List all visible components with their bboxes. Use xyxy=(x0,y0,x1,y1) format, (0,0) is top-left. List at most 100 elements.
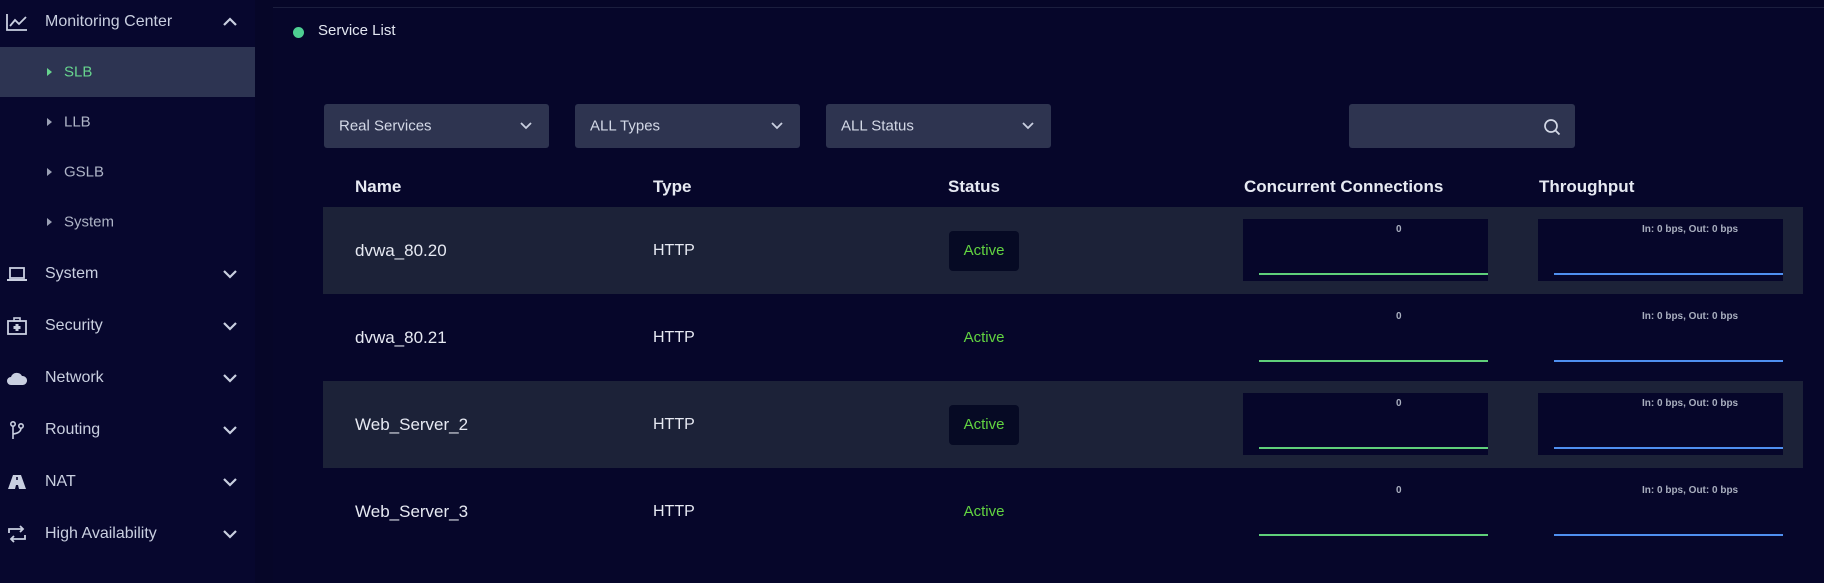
throughput-sparkline: In: 0 bps, Out: 0 bps xyxy=(1538,393,1783,455)
status-dot-icon xyxy=(293,27,304,38)
select-value: ALL Types xyxy=(590,117,661,135)
service-type: HTTP xyxy=(653,328,695,346)
table-row[interactable]: Web_Server_2 HTTP Active 0 In: 0 bps, Ou… xyxy=(323,381,1803,468)
branch-icon xyxy=(6,419,28,441)
caret-right-icon xyxy=(47,118,52,126)
sidebar-item-slb[interactable]: SLB xyxy=(0,47,255,97)
chevron-down-icon xyxy=(769,118,785,134)
column-header-status[interactable]: Status xyxy=(948,177,1000,197)
throughput-value: In: 0 bps, Out: 0 bps xyxy=(1642,311,1739,322)
main-panel: Service List Real Services ALL Types ALL… xyxy=(273,7,1824,583)
throughput-line xyxy=(1554,447,1783,449)
chart-line-icon xyxy=(6,11,28,33)
throughput-line xyxy=(1554,534,1783,536)
status-badge: Active xyxy=(949,404,1019,445)
service-name[interactable]: Web_Server_2 xyxy=(355,415,468,435)
status-badge: Active xyxy=(963,329,1005,346)
chevron-down-icon[interactable] xyxy=(221,525,239,543)
type-select[interactable]: ALL Types xyxy=(575,104,800,148)
nav-group-system[interactable]: System xyxy=(0,248,255,300)
service-type: HTTP xyxy=(653,502,695,520)
connections-line xyxy=(1259,360,1488,362)
chevron-down-icon[interactable] xyxy=(221,265,239,283)
table-header: Name Type Status Concurrent Connections … xyxy=(323,166,1803,207)
status-select[interactable]: ALL Status xyxy=(826,104,1051,148)
chevron-up-icon[interactable] xyxy=(221,13,239,31)
nav-group-label: Network xyxy=(45,369,104,386)
service-type: HTTP xyxy=(653,241,695,259)
connections-value: 0 xyxy=(1396,224,1402,235)
sync-icon xyxy=(6,523,28,545)
caret-right-icon xyxy=(47,218,52,226)
sidebar-item-label: System xyxy=(64,213,115,231)
table-row[interactable]: dvwa_80.21 HTTP Active 0 In: 0 bps, Out:… xyxy=(323,294,1803,381)
table-row[interactable]: Web_Server_3 HTTP Active 0 In: 0 bps, Ou… xyxy=(323,468,1803,555)
service-type: HTTP xyxy=(653,415,695,433)
select-value: Real Services xyxy=(339,117,432,135)
first-aid-kit-icon xyxy=(6,315,28,337)
table-row[interactable]: dvwa_80.20 HTTP Active 0 In: 0 bps, Out:… xyxy=(323,207,1803,294)
search-input[interactable] xyxy=(1349,104,1575,148)
cloud-icon xyxy=(6,367,28,389)
nav-group-label: System xyxy=(45,265,99,282)
service-name[interactable]: dvwa_80.21 xyxy=(355,328,447,348)
column-header-name[interactable]: Name xyxy=(355,177,401,197)
sidebar-item-gslb[interactable]: GSLB xyxy=(0,147,255,197)
column-header-throughput[interactable]: Throughput xyxy=(1539,177,1634,197)
nav-group-nat[interactable]: NAT xyxy=(0,456,255,508)
sidebar-item-label: GSLB xyxy=(64,163,105,181)
nav-group-monitoring-center[interactable]: Monitoring Center xyxy=(0,0,255,48)
nav-group-routing[interactable]: Routing xyxy=(0,404,255,456)
select-value: ALL Status xyxy=(841,117,914,135)
throughput-sparkline: In: 0 bps, Out: 0 bps xyxy=(1538,480,1783,542)
service-name[interactable]: dvwa_80.20 xyxy=(355,241,447,261)
status-badge: Active xyxy=(963,503,1005,520)
chevron-down-icon[interactable] xyxy=(221,317,239,335)
throughput-value: In: 0 bps, Out: 0 bps xyxy=(1642,224,1739,235)
column-header-connections[interactable]: Concurrent Connections xyxy=(1244,177,1443,197)
nav-group-network[interactable]: Network xyxy=(0,352,255,404)
connections-line xyxy=(1259,534,1488,536)
sidebar-item-llb[interactable]: LLB xyxy=(0,97,255,147)
throughput-value: In: 0 bps, Out: 0 bps xyxy=(1642,398,1739,409)
chevron-down-icon[interactable] xyxy=(221,421,239,439)
nav-group-label: Routing xyxy=(45,421,101,438)
caret-right-icon xyxy=(47,68,52,76)
column-header-type[interactable]: Type xyxy=(653,177,691,197)
connections-value: 0 xyxy=(1396,311,1402,322)
sidebar-item-label: SLB xyxy=(64,63,93,81)
status-badge: Active xyxy=(949,230,1019,271)
sidebar: Monitoring Center SLB LLB GSLB System Sy… xyxy=(0,0,255,583)
chevron-down-icon[interactable] xyxy=(221,473,239,491)
throughput-sparkline: In: 0 bps, Out: 0 bps xyxy=(1538,306,1783,368)
chevron-down-icon xyxy=(518,118,534,134)
connections-value: 0 xyxy=(1396,485,1402,496)
connections-line xyxy=(1259,447,1488,449)
nav-group-label: NAT xyxy=(45,473,76,490)
nav-group-high-availability[interactable]: High Availability xyxy=(0,508,255,560)
connections-sparkline: 0 xyxy=(1243,219,1488,281)
throughput-line xyxy=(1554,360,1783,362)
connections-sparkline: 0 xyxy=(1243,393,1488,455)
nav-group-label: Monitoring Center xyxy=(45,13,173,30)
nav-group-label: Security xyxy=(45,317,103,334)
nav-group-label: High Availability xyxy=(45,525,157,542)
sidebar-item-system-monitor[interactable]: System xyxy=(0,197,255,247)
laptop-icon xyxy=(6,263,28,285)
road-icon xyxy=(6,471,28,493)
page-title: Service List xyxy=(318,22,396,39)
connections-line xyxy=(1259,273,1488,275)
connections-value: 0 xyxy=(1396,398,1402,409)
chevron-down-icon[interactable] xyxy=(221,369,239,387)
service-kind-select[interactable]: Real Services xyxy=(324,104,549,148)
sidebar-item-label: LLB xyxy=(64,113,91,131)
throughput-sparkline: In: 0 bps, Out: 0 bps xyxy=(1538,219,1783,281)
nav-group-security[interactable]: Security xyxy=(0,300,255,352)
throughput-line xyxy=(1554,273,1783,275)
connections-sparkline: 0 xyxy=(1243,480,1488,542)
caret-right-icon xyxy=(47,168,52,176)
service-name[interactable]: Web_Server_3 xyxy=(355,502,468,522)
throughput-value: In: 0 bps, Out: 0 bps xyxy=(1642,485,1739,496)
connections-sparkline: 0 xyxy=(1243,306,1488,368)
chevron-down-icon xyxy=(1020,118,1036,134)
